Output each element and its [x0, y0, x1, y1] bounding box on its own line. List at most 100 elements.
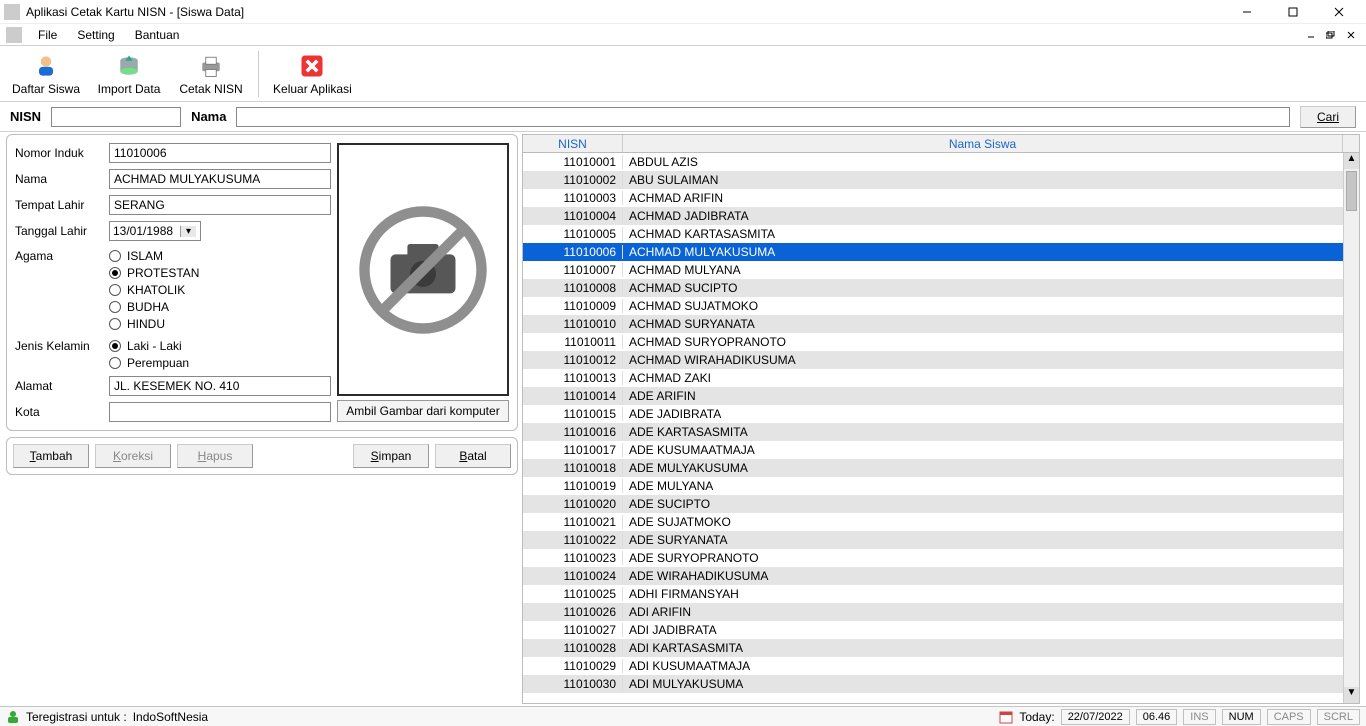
calendar-icon — [999, 710, 1013, 724]
table-row[interactable]: 11010006ACHMAD MULYAKUSUMA — [523, 243, 1359, 261]
th-scroll — [1343, 135, 1359, 152]
table-row[interactable]: 11010017ADE KUSUMAATMAJA — [523, 441, 1359, 459]
cell-nisn: 11010023 — [523, 551, 623, 565]
table-row[interactable]: 11010022ADE SURYANATA — [523, 531, 1359, 549]
table-row[interactable]: 11010003ACHMAD ARIFIN — [523, 189, 1359, 207]
radio-jk-laki---laki[interactable]: Laki - Laki — [109, 339, 189, 353]
th-nisn[interactable]: NISN — [523, 135, 623, 152]
input-nama[interactable] — [109, 169, 331, 189]
cell-nama: ADE KARTASASMITA — [623, 425, 1359, 439]
table-row[interactable]: 11010023ADE SURYOPRANOTO — [523, 549, 1359, 567]
input-kota[interactable] — [109, 402, 331, 422]
table-row[interactable]: 11010026ADI ARIFIN — [523, 603, 1359, 621]
toolbar-separator — [258, 51, 259, 97]
chevron-down-icon[interactable]: ▾ — [180, 226, 196, 237]
table-row[interactable]: 11010008ACHMAD SUCIPTO — [523, 279, 1359, 297]
mdi-restore-button[interactable] — [1322, 27, 1340, 43]
scroll-up-icon[interactable]: ▲ — [1344, 153, 1359, 169]
cell-nisn: 11010017 — [523, 443, 623, 457]
table-row[interactable]: 11010004ACHMAD JADIBRATA — [523, 207, 1359, 225]
cell-nama: ADE SURYOPRANOTO — [623, 551, 1359, 565]
table-row[interactable]: 11010027ADI JADIBRATA — [523, 621, 1359, 639]
table-row[interactable]: 11010012ACHMAD WIRAHADIKUSUMA — [523, 351, 1359, 369]
menu-file[interactable]: File — [28, 26, 67, 44]
radio-label: PROTESTAN — [127, 266, 199, 280]
search-nama-input[interactable] — [236, 107, 1290, 127]
table-row[interactable]: 11010019ADE MULYANA — [523, 477, 1359, 495]
cell-nisn: 11010004 — [523, 209, 623, 223]
table-row[interactable]: 11010020ADE SUCIPTO — [523, 495, 1359, 513]
radio-label: BUDHA — [127, 300, 169, 314]
radio-label: ISLAM — [127, 249, 163, 263]
batal-button[interactable]: Batal — [435, 444, 511, 468]
menu-setting[interactable]: Setting — [67, 26, 124, 44]
minimize-icon — [1307, 31, 1315, 39]
status-reg-value: IndoSoftNesia — [133, 710, 208, 724]
table-row[interactable]: 11010001ABDUL AZIS — [523, 153, 1359, 171]
menu-bantuan[interactable]: Bantuan — [125, 26, 190, 44]
table-row[interactable]: 11010015ADE JADIBRATA — [523, 405, 1359, 423]
table-row[interactable]: 11010010ACHMAD SURYANATA — [523, 315, 1359, 333]
table-row[interactable]: 11010021ADE SUJATMOKO — [523, 513, 1359, 531]
table-row[interactable]: 11010024ADE WIRAHADIKUSUMA — [523, 567, 1359, 585]
radio-agama-budha[interactable]: BUDHA — [109, 300, 199, 314]
cell-nama: ADE SURYANATA — [623, 533, 1359, 547]
table-row[interactable]: 11010016ADE KARTASASMITA — [523, 423, 1359, 441]
table-row[interactable]: 11010018ADE MULYAKUSUMA — [523, 459, 1359, 477]
radio-jk-perempuan[interactable]: Perempuan — [109, 356, 189, 370]
maximize-button[interactable] — [1270, 0, 1316, 24]
cell-nisn: 11010008 — [523, 281, 623, 295]
form-fields: Nomor Induk Nama Tempat Lahir Tanggal La… — [15, 143, 331, 422]
hapus-button[interactable]: Hapus — [177, 444, 253, 468]
radio-agama-protestan[interactable]: PROTESTAN — [109, 266, 199, 280]
scroll-thumb[interactable] — [1346, 171, 1357, 211]
table-row[interactable]: 11010025ADHI FIRMANSYAH — [523, 585, 1359, 603]
scroll-down-icon[interactable]: ▼ — [1344, 687, 1359, 703]
table-row[interactable]: 11010014ADE ARIFIN — [523, 387, 1359, 405]
input-tanggal-lahir[interactable]: ▾ — [109, 221, 201, 241]
input-tanggal-lahir-text[interactable] — [110, 222, 180, 240]
table-row[interactable]: 11010002ABU SULAIMAN — [523, 171, 1359, 189]
radio-agama-hindu[interactable]: HINDU — [109, 317, 199, 331]
table-row[interactable]: 11010011ACHMAD SURYOPRANOTO — [523, 333, 1359, 351]
th-nama[interactable]: Nama Siswa — [623, 135, 1343, 152]
cell-nama: ADE SUCIPTO — [623, 497, 1359, 511]
cell-nisn: 11010024 — [523, 569, 623, 583]
toolbar-cetak-nisn[interactable]: Cetak NISN — [172, 48, 250, 100]
radio-dot-icon — [109, 340, 121, 352]
status-ins: INS — [1183, 709, 1215, 725]
table-row[interactable]: 11010005ACHMAD KARTASASMITA — [523, 225, 1359, 243]
input-nomor-induk[interactable] — [109, 143, 331, 163]
search-nisn-input[interactable] — [51, 107, 181, 127]
ambil-gambar-button[interactable]: Ambil Gambar dari komputer — [337, 400, 509, 422]
mdi-close-button[interactable] — [1342, 27, 1360, 43]
close-button[interactable] — [1316, 0, 1362, 24]
mdi-minimize-button[interactable] — [1302, 27, 1320, 43]
table-row[interactable]: 11010029ADI KUSUMAATMAJA — [523, 657, 1359, 675]
cari-button[interactable]: Cari — [1300, 106, 1356, 128]
cell-nisn: 11010010 — [523, 317, 623, 331]
table-row[interactable]: 11010007ACHMAD MULYANA — [523, 261, 1359, 279]
table-row[interactable]: 11010009ACHMAD SUJATMOKO — [523, 297, 1359, 315]
table-row[interactable]: 11010028ADI KARTASASMITA — [523, 639, 1359, 657]
cell-nama: ADI KUSUMAATMAJA — [623, 659, 1359, 673]
radio-agama-islam[interactable]: ISLAM — [109, 249, 199, 263]
table-row[interactable]: 11010030ADI MULYAKUSUMA — [523, 675, 1359, 693]
toolbar-keluar[interactable]: Keluar Aplikasi — [267, 48, 358, 100]
minimize-button[interactable] — [1224, 0, 1270, 24]
toolbar-daftar-siswa[interactable]: Daftar Siswa — [6, 48, 86, 100]
input-alamat[interactable] — [109, 376, 331, 396]
radio-agama-khatolik[interactable]: KHATOLIK — [109, 283, 199, 297]
vertical-scrollbar[interactable]: ▲ ▼ — [1343, 153, 1359, 703]
koreksi-button[interactable]: Koreksi — [95, 444, 171, 468]
status-reg-label: Teregistrasi untuk : — [26, 710, 127, 724]
cell-nisn: 11010027 — [523, 623, 623, 637]
cell-nisn: 11010020 — [523, 497, 623, 511]
table-row[interactable]: 11010013ACHMAD ZAKI — [523, 369, 1359, 387]
tambah-button[interactable]: Tambah — [13, 444, 89, 468]
cell-nama: ACHMAD SUCIPTO — [623, 281, 1359, 295]
simpan-button[interactable]: Simpan — [353, 444, 429, 468]
input-tempat-lahir[interactable] — [109, 195, 331, 215]
toolbar-import-data[interactable]: Import Data — [90, 48, 168, 100]
toolbar-import-data-label: Import Data — [98, 82, 161, 96]
